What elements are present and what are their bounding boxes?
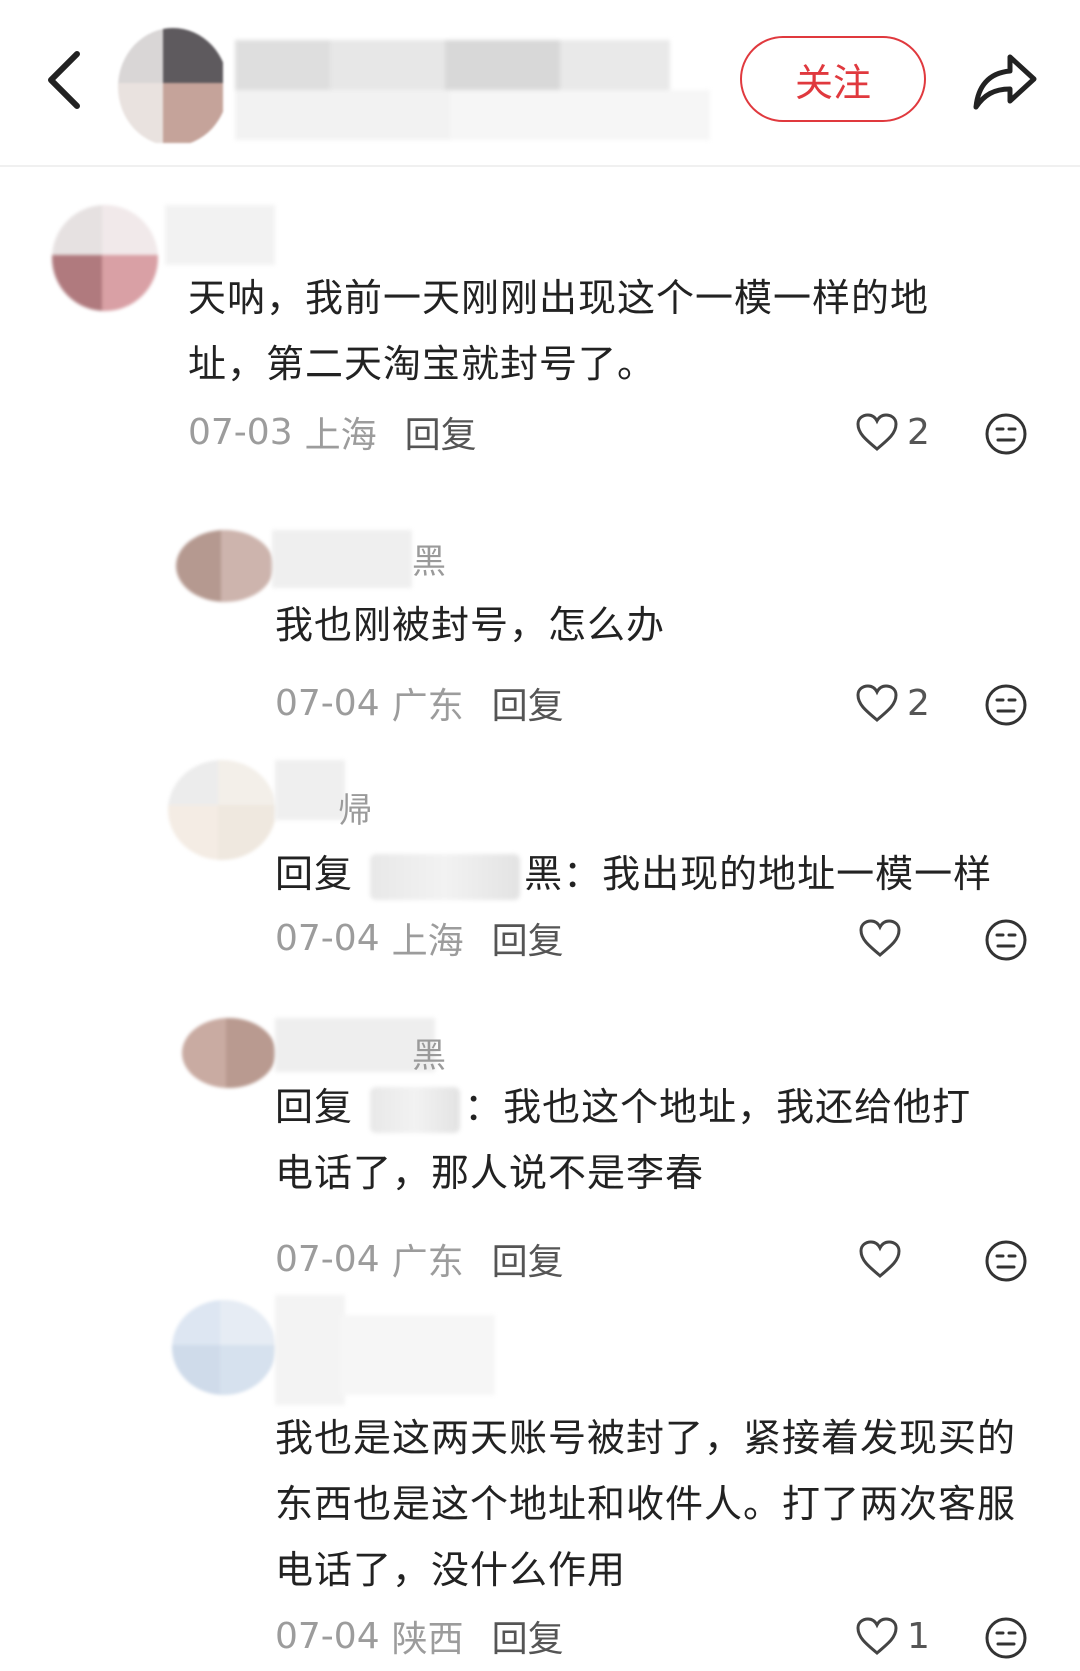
mention-username[interactable] <box>370 1086 461 1133</box>
heart-icon <box>859 919 901 957</box>
comment-meta: 07-04 广东 回复 <box>275 678 564 728</box>
avatar[interactable] <box>172 1300 276 1395</box>
heart-icon <box>856 684 898 722</box>
comment-date: 07-04 <box>275 682 380 724</box>
comment-location: 上海 <box>391 921 464 962</box>
comment-meta: 07-04 陕西 回复 <box>275 1611 564 1661</box>
like-button[interactable] <box>858 1234 902 1284</box>
reply-button[interactable]: 回复 <box>492 912 564 964</box>
username-tail: 黑 <box>412 1036 446 1076</box>
follow-label: 关注 <box>794 60 871 105</box>
comment-text: 回复 ：我也这个地址，我还给他打 电话了，那人说不是李春 <box>275 1074 1035 1206</box>
reply-button[interactable]: 回复 <box>492 677 564 729</box>
like-count: 2 <box>907 411 930 453</box>
reply-item: 帰 回复 黑：我出现的地址一模一样 07-04 上海 回复 <box>0 755 1080 985</box>
emoji-face-icon[interactable] <box>983 1238 1029 1284</box>
back-button[interactable] <box>38 40 88 120</box>
comment-item: 天呐，我前一天刚刚出现这个一模一样的地址，第二天淘宝就封号了。 07-03 上海… <box>0 195 1080 485</box>
author-avatar[interactable] <box>118 28 228 146</box>
reply-item: 我也是这两天账号被封了，紧接着发现买的东西也是这个地址和收件人。打了两次客服电话… <box>0 1295 1080 1671</box>
reply-prefix: 回复 <box>275 1085 354 1129</box>
reply-item: 黑 回复 ：我也这个地址，我还给他打 电话了，那人说不是李春 07-04 广东 … <box>0 1008 1080 1298</box>
like-button[interactable]: 2 <box>855 407 930 457</box>
username[interactable] <box>272 530 412 588</box>
comment-date: 07-03 <box>188 411 293 453</box>
comment-text: 我也刚被封号，怎么办 <box>275 603 666 647</box>
comment-text: 回复 黑：我出现的地址一模一样 <box>275 841 1035 907</box>
username-tail: 黑 <box>412 542 446 582</box>
comment-meta: 07-04 广东 回复 <box>275 1234 564 1284</box>
mention-tail: 黑： <box>524 852 603 896</box>
reply-button[interactable]: 回复 <box>405 406 477 458</box>
reply-text-line1: 我也这个地址，我还给他打 <box>503 1085 972 1129</box>
follow-button[interactable]: 关注 <box>740 36 926 122</box>
emoji-face-icon[interactable] <box>983 411 1029 457</box>
share-arrow-icon <box>973 54 1037 110</box>
share-button[interactable] <box>965 42 1045 122</box>
like-count: 2 <box>907 682 930 724</box>
avatar[interactable] <box>182 1018 276 1088</box>
reply-item: 黑 我也刚被封号，怎么办 07-04 广东 回复 2 <box>0 520 1080 740</box>
mention-tail: ： <box>464 1085 504 1129</box>
username[interactable] <box>275 1295 495 1405</box>
like-button[interactable] <box>858 913 902 963</box>
like-button[interactable]: 1 <box>855 1611 930 1661</box>
heart-icon <box>856 1617 898 1655</box>
avatar[interactable] <box>52 205 158 311</box>
reply-text-line2: 电话了，那人说不是李春 <box>275 1151 705 1195</box>
comment-location: 广东 <box>391 686 464 727</box>
username-tail: 帰 <box>338 791 372 831</box>
like-count: 1 <box>907 1615 930 1657</box>
comment-date: 07-04 <box>275 1615 380 1657</box>
top-bar: 关注 <box>0 0 1080 167</box>
emoji-face-icon[interactable] <box>983 1615 1029 1661</box>
comment-location: 广东 <box>391 1242 464 1283</box>
comment-text: 天呐，我前一天刚刚出现这个一模一样的地址，第二天淘宝就封号了。 <box>188 276 930 386</box>
comment-meta: 07-04 上海 回复 <box>275 913 564 963</box>
username[interactable] <box>275 1018 435 1072</box>
reply-button[interactable]: 回复 <box>492 1610 564 1662</box>
comment-text: 我也是这两天账号被封了，紧接着发现买的东西也是这个地址和收件人。打了两次客服电话… <box>275 1416 1017 1592</box>
emoji-face-icon[interactable] <box>983 682 1029 728</box>
comment-location: 上海 <box>304 415 377 456</box>
heart-icon <box>856 413 898 451</box>
username[interactable] <box>275 760 345 820</box>
comment-meta: 07-03 上海 回复 <box>188 407 477 457</box>
author-name[interactable] <box>235 40 715 140</box>
comment-date: 07-04 <box>275 917 380 959</box>
comment-date: 07-04 <box>275 1238 380 1280</box>
avatar[interactable] <box>168 760 276 860</box>
emoji-face-icon[interactable] <box>983 917 1029 963</box>
reply-prefix: 回复 <box>275 852 354 896</box>
back-chevron-icon <box>48 51 80 109</box>
mention-username[interactable] <box>370 853 521 900</box>
avatar[interactable] <box>176 530 274 602</box>
reply-button[interactable]: 回复 <box>492 1233 564 1285</box>
reply-text: 我出现的地址一模一样 <box>602 852 993 896</box>
heart-icon <box>859 1240 901 1278</box>
like-button[interactable]: 2 <box>855 678 930 728</box>
comment-location: 陕西 <box>391 1619 464 1660</box>
username[interactable] <box>165 205 275 265</box>
